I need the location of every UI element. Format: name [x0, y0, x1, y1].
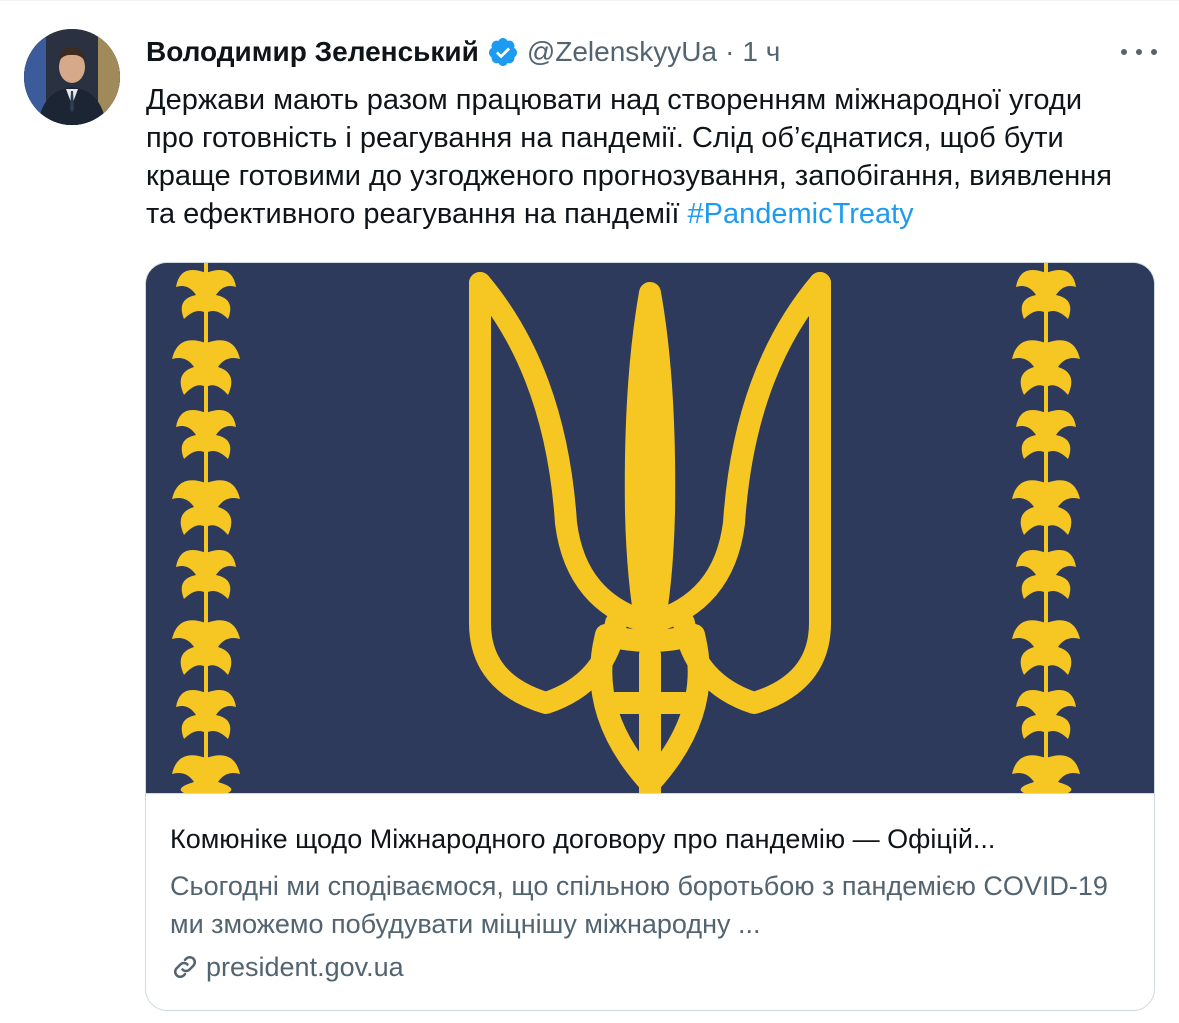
more-icon[interactable] [1121, 37, 1157, 67]
more-dot [1136, 49, 1142, 55]
hashtag-link[interactable]: #PandemicTreaty [687, 198, 913, 230]
tweet-body: Держави мають разом працювати над створе… [146, 84, 1112, 230]
link-icon [170, 952, 200, 982]
verified-badge-icon [487, 36, 519, 68]
card-title[interactable]: Комюніке щодо Міжнародного договору про … [170, 821, 1130, 857]
card-divider [146, 793, 1154, 794]
tweet-timestamp[interactable]: 1 ч [742, 36, 780, 68]
card-domain[interactable]: president.gov.ua [170, 949, 404, 985]
link-card[interactable]: Комюніке щодо Міжнародного договору про … [145, 262, 1155, 1011]
card-domain-text[interactable]: president.gov.ua [206, 949, 404, 985]
tweet-header: Володимир Зеленський @ZelenskyyUa · 1 ч [146, 31, 780, 73]
card-description: Сьогодні ми сподіваємося, що спільною бо… [170, 871, 1108, 939]
more-dot [1151, 49, 1157, 55]
separator-dot: · [725, 36, 735, 67]
tweet-text: Держави мають разом працювати над створе… [146, 81, 1136, 233]
card-image[interactable] [146, 263, 1154, 804]
author-name[interactable]: Володимир Зеленський [146, 36, 479, 68]
avatar[interactable] [24, 29, 120, 125]
author-handle[interactable]: @ZelenskyyUa [527, 36, 717, 68]
more-dot [1121, 49, 1127, 55]
tweet[interactable]: Володимир Зеленський @ZelenskyyUa · 1 ч … [0, 0, 1179, 1023]
